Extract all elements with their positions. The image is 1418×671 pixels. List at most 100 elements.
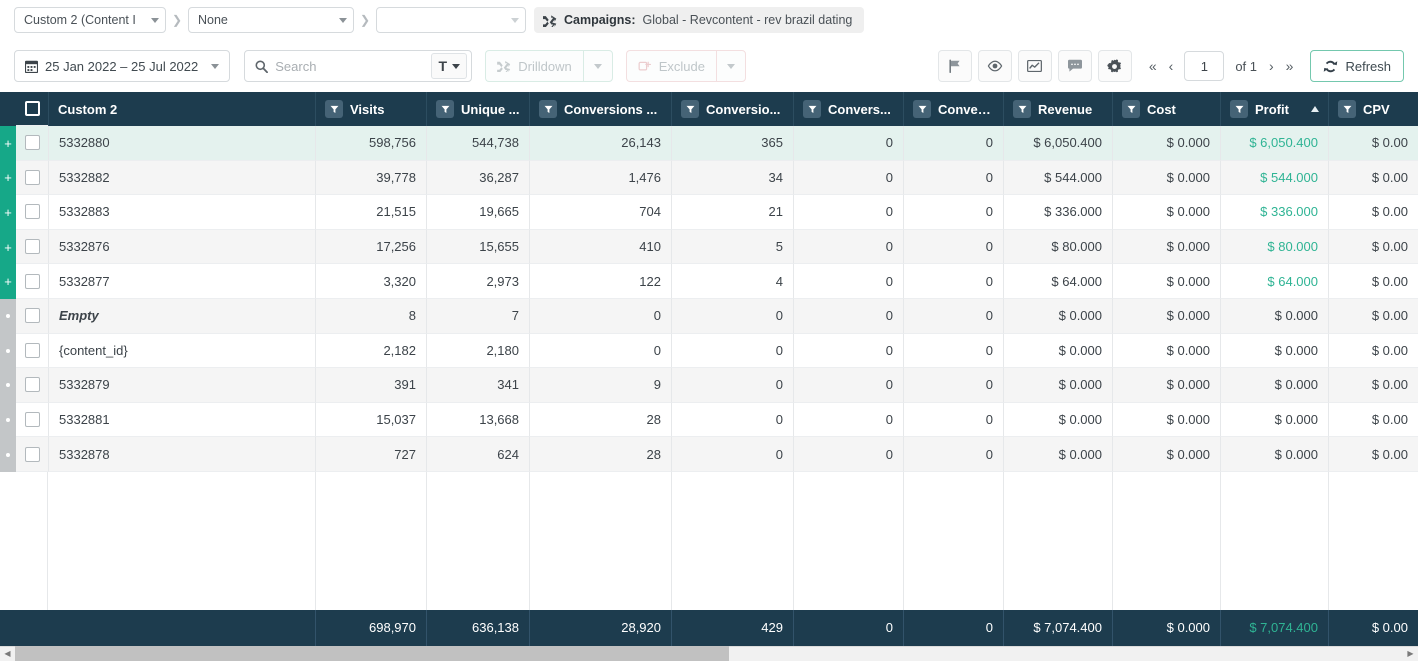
table-row[interactable]: +5332882 39,778 36,287 1,476 34 0 0 $ 544.000 $ … xyxy=(0,160,1418,196)
column-header-revenue[interactable]: Revenue xyxy=(1004,92,1113,126)
column-header-unique[interactable]: Unique ... xyxy=(427,92,530,126)
search-mode-select[interactable]: T xyxy=(431,53,468,79)
row-select-cell[interactable] xyxy=(16,126,48,161)
row-checkbox[interactable] xyxy=(24,239,40,255)
cell-value: 0 xyxy=(985,620,993,636)
campaign-filter-badge[interactable]: Campaigns: Global - Revcontent - rev bra… xyxy=(534,7,865,33)
select-all-cell[interactable] xyxy=(16,92,48,126)
column-header-convers[interactable]: Convers... xyxy=(904,92,1004,126)
column-filter-icon[interactable] xyxy=(1230,100,1248,118)
exclude-dropdown-toggle[interactable] xyxy=(715,50,746,82)
row-checkbox[interactable] xyxy=(24,377,40,393)
search-box[interactable]: T xyxy=(244,50,473,82)
cell-value: 3,320 xyxy=(383,273,416,289)
cell-value: $ 0.000 xyxy=(1166,135,1210,151)
table-row[interactable]: Empty 8 7 0 0 0 0 $ 0.000 $ 0.000 $ 0.000 $ 0.00 xyxy=(0,298,1418,334)
column-filter-icon[interactable] xyxy=(913,100,931,118)
exclude-split-button[interactable]: Exclude xyxy=(625,50,746,82)
table-row[interactable]: {content_id} 2,182 2,180 0 0 0 0 $ 0.000 $ 0.000… xyxy=(0,333,1418,369)
table-row[interactable]: +5332883 21,515 19,665 704 21 0 0 $ 336.000 $ 0.… xyxy=(0,195,1418,230)
cell-value: $ 0.000 xyxy=(1166,273,1210,289)
row-select-cell[interactable] xyxy=(16,402,48,438)
expand-row-button[interactable]: + xyxy=(0,126,16,161)
refresh-button[interactable]: Refresh xyxy=(1310,50,1404,82)
drilldown-split-button[interactable]: Drilldown xyxy=(485,50,613,82)
column-header-cpv[interactable]: CPV xyxy=(1329,92,1418,126)
column-filter-icon[interactable] xyxy=(803,100,821,118)
row-select-cell[interactable] xyxy=(16,333,48,369)
row-checkbox[interactable] xyxy=(24,273,40,289)
sort-asc-icon[interactable] xyxy=(1311,106,1319,112)
column-header-conversions[interactable]: Conversions ... xyxy=(530,92,672,126)
search-input[interactable] xyxy=(275,58,432,74)
row-checkbox[interactable] xyxy=(24,204,40,220)
grouping-select-3[interactable] xyxy=(376,7,526,33)
table-row[interactable]: +5332877 3,320 2,973 122 4 0 0 $ 64.000 $ 0.000 $… xyxy=(0,264,1418,299)
exclude-button[interactable]: Exclude xyxy=(625,50,716,82)
column-filter-icon[interactable] xyxy=(1122,100,1140,118)
visibility-button[interactable] xyxy=(977,50,1012,82)
grouping-select-2[interactable]: None xyxy=(188,7,354,33)
scrollbar-thumb[interactable] xyxy=(15,646,729,662)
column-filter-icon[interactable] xyxy=(1013,100,1031,118)
comment-icon xyxy=(1067,59,1082,72)
row-select-cell[interactable] xyxy=(16,298,48,334)
column-header-conversio[interactable]: Conversio... xyxy=(672,92,794,126)
row-checkbox[interactable] xyxy=(24,342,40,358)
row-checkbox[interactable] xyxy=(24,412,40,428)
comment-button[interactable] xyxy=(1057,50,1092,82)
row-checkbox[interactable] xyxy=(24,135,40,151)
filler-cell xyxy=(904,471,1004,610)
column-header-custom-2[interactable]: Custom 2 xyxy=(48,92,316,126)
expand-row-button[interactable]: + xyxy=(0,160,16,196)
last-page-icon[interactable]: » xyxy=(1281,59,1299,73)
prev-page-icon[interactable]: ‹ xyxy=(1164,59,1179,73)
column-filter-icon[interactable] xyxy=(325,100,343,118)
cell-value: $ 0.000 xyxy=(1166,342,1210,358)
row-select-cell[interactable] xyxy=(16,160,48,196)
cell-revenue: $ 0.000 xyxy=(1004,368,1113,403)
column-filter-icon[interactable] xyxy=(1338,100,1356,118)
page-number-input[interactable] xyxy=(1184,51,1225,81)
row-select-cell[interactable] xyxy=(16,437,48,472)
row-select-cell[interactable] xyxy=(16,368,48,403)
column-filter-icon[interactable] xyxy=(681,100,699,118)
column-filter-icon[interactable] xyxy=(436,100,454,118)
table-row[interactable]: +5332876 17,256 15,655 410 5 0 0 $ 80.000 $ 0.00… xyxy=(0,229,1418,265)
row-checkbox[interactable] xyxy=(24,169,40,185)
column-filter-icon[interactable] xyxy=(539,100,557,118)
column-header-convers[interactable]: Convers... xyxy=(794,92,904,126)
expand-row-button[interactable]: + xyxy=(0,264,16,299)
horizontal-scrollbar[interactable]: ◀ ▶ xyxy=(0,645,1418,662)
table-row[interactable]: 5332881 15,037 13,668 28 0 0 0 $ 0.000 $ 0.000 $ … xyxy=(0,402,1418,438)
grouping-select-1[interactable]: Custom 2 (Content I xyxy=(14,7,166,33)
column-header-visits[interactable]: Visits xyxy=(316,92,427,126)
scroll-left-icon[interactable]: ◀ xyxy=(0,649,15,658)
date-range-picker[interactable]: 25 Jan 2022 – 25 Jul 2022 xyxy=(14,50,231,82)
first-page-icon[interactable]: « xyxy=(1144,59,1162,73)
expand-row-button[interactable]: + xyxy=(0,229,16,265)
flag-button[interactable] xyxy=(937,50,972,82)
column-header-cost[interactable]: Cost xyxy=(1113,92,1221,126)
row-select-cell[interactable] xyxy=(16,229,48,265)
drilldown-button[interactable]: Drilldown xyxy=(485,50,583,82)
totals-cell-custom-2 xyxy=(48,609,316,646)
row-select-cell[interactable] xyxy=(16,264,48,299)
scroll-right-icon[interactable]: ▶ xyxy=(1403,649,1418,658)
drilldown-dropdown-toggle[interactable] xyxy=(582,50,613,82)
row-checkbox[interactable] xyxy=(24,446,40,462)
select-all-checkbox[interactable] xyxy=(24,101,40,116)
expand-row-button[interactable]: + xyxy=(0,195,16,230)
scrollbar-track[interactable] xyxy=(15,646,1403,662)
chart-button[interactable] xyxy=(1017,50,1052,82)
next-page-icon[interactable]: › xyxy=(1264,59,1279,73)
table-row[interactable]: 5332878 727 624 28 0 0 0 $ 0.000 $ 0.000 $ 0.000 $… xyxy=(0,437,1418,472)
table-row[interactable]: +5332880 598,756 544,738 26,143 365 0 0 $ 6,050… xyxy=(0,126,1418,161)
row-select-cell[interactable] xyxy=(16,195,48,230)
row-checkbox[interactable] xyxy=(24,308,40,324)
eye-icon xyxy=(987,60,1003,72)
column-header-profit[interactable]: Profit xyxy=(1221,92,1329,126)
table-row[interactable]: 5332879 391 341 9 0 0 0 $ 0.000 $ 0.000 $ 0.000 $ … xyxy=(0,368,1418,403)
cell-visits: 15,037 xyxy=(316,402,427,438)
settings-button[interactable] xyxy=(1097,50,1132,82)
